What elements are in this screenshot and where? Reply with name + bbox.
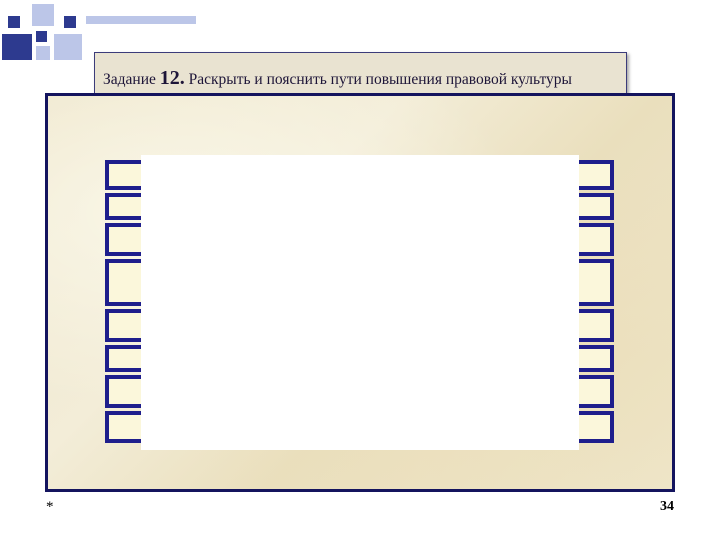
white-overlay — [141, 155, 579, 450]
corner-logo — [0, 0, 200, 60]
task-rest: Раскрыть и пояснить пути повышения право… — [185, 71, 572, 88]
page-number: 34 — [660, 499, 674, 515]
task-number: 12. — [160, 67, 185, 89]
task-title: Задание 12. Раскрыть и пояснить пути пов… — [103, 67, 572, 90]
task-prefix: Задание — [103, 71, 160, 88]
footer-date-placeholder: * — [46, 499, 54, 516]
